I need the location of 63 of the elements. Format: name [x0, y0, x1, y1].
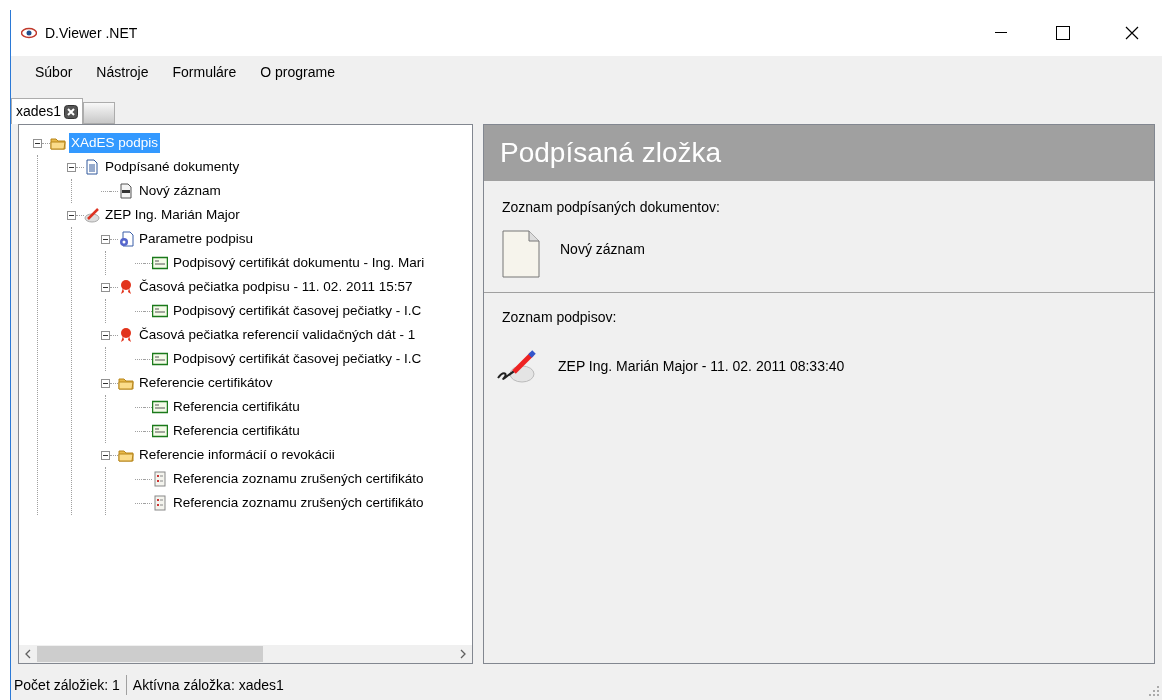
xml-file-icon — [502, 230, 540, 278]
eye-icon — [21, 27, 37, 39]
folder-icon — [118, 375, 134, 391]
minimize-icon — [995, 32, 1007, 34]
folder-icon — [118, 447, 134, 463]
panel-header: Podpísaná zložka — [484, 125, 1154, 181]
certificate-icon — [152, 303, 168, 319]
certificate-icon — [152, 255, 168, 271]
status-text: Aktívna záložka: xades1 — [132, 675, 284, 695]
signature-pen-icon — [496, 348, 538, 384]
collapse-icon[interactable] — [67, 210, 76, 220]
tab-strip-filler — [83, 102, 116, 124]
file-icon — [118, 183, 134, 199]
document-link[interactable]: Nový záznam — [560, 238, 645, 260]
window-title: D.Viewer .NET — [45, 23, 138, 43]
section-label: Zoznam podpísaných dokumentov: — [502, 198, 721, 217]
section-label: Zoznam podpisov: — [502, 308, 618, 327]
signature-link[interactable]: ZEP Ing. Marián Major - 11. 02. 2011 08:33:40 — [558, 355, 845, 377]
folder-icon — [50, 135, 66, 151]
certificate-icon — [152, 423, 168, 439]
rosette-icon — [118, 279, 134, 295]
tree-item[interactable]: Časová pečiatka referencií validačných dát - 1 — [137, 324, 418, 346]
tree-item[interactable]: Referencie informácií o revokácii — [137, 444, 337, 466]
tab[interactable]: xades1 — [11, 98, 84, 124]
tree-item[interactable]: Referencia certifikátu — [171, 396, 302, 418]
resize-grip-icon[interactable] — [1148, 685, 1160, 697]
status-text: Počet záložiek: 1 — [14, 675, 120, 695]
collapse-icon[interactable] — [101, 330, 110, 340]
tree-item[interactable]: Referencia zoznamu zrušených certifikáto — [171, 468, 426, 490]
tree-item[interactable]: Parametre podpisu — [137, 228, 256, 250]
tree-item[interactable]: Podpísané dokumenty — [103, 156, 242, 178]
tree-item[interactable]: Časová pečiatka podpisu - 11. 02. 2011 15:57 — [137, 276, 415, 298]
tree-item[interactable]: Podpisový certifikát dokumentu - Ing. Mari — [171, 252, 427, 274]
document-icon — [84, 159, 100, 175]
tree-item[interactable]: ZEP Ing. Marián Major — [103, 204, 242, 226]
collapse-icon[interactable] — [101, 282, 110, 292]
pen-icon — [84, 207, 100, 223]
certificate-icon — [152, 399, 168, 415]
gear-document-icon — [118, 231, 134, 247]
collapse-icon[interactable] — [101, 234, 110, 244]
collapse-icon[interactable] — [101, 378, 110, 388]
certificate-icon — [152, 351, 168, 367]
rosette-icon — [118, 327, 134, 343]
horizontal-scrollbar[interactable] — [19, 645, 472, 663]
collapse-icon[interactable] — [33, 138, 42, 148]
tree-item[interactable]: Referencia zoznamu zrušených certifikáto — [171, 492, 426, 514]
menu-item[interactable]: Nástroje — [86, 57, 159, 87]
list-icon — [152, 495, 168, 511]
menu-item[interactable]: Súbor — [25, 57, 83, 87]
collapse-icon[interactable] — [67, 162, 76, 172]
menu-item[interactable]: O programe — [250, 57, 345, 87]
menu-item[interactable]: Formuláre — [162, 57, 247, 87]
list-icon — [152, 471, 168, 487]
tree-item[interactable]: Podpisový certifikát časovej pečiatky - I.C — [171, 300, 424, 322]
tree-item[interactable]: Referencie certifikátov — [137, 372, 275, 394]
maximize-icon — [1056, 26, 1070, 40]
close-tab-icon[interactable] — [64, 104, 79, 119]
tree-item[interactable]: Nový záznam — [137, 180, 223, 202]
collapse-icon[interactable] — [101, 450, 110, 460]
scrollbar-thumb[interactable] — [37, 646, 263, 662]
close-icon — [1125, 26, 1139, 40]
tree-item[interactable]: Referencia certifikátu — [171, 420, 302, 442]
tree-item[interactable]: Podpisový certifikát časovej pečiatky - I.C — [171, 348, 424, 370]
